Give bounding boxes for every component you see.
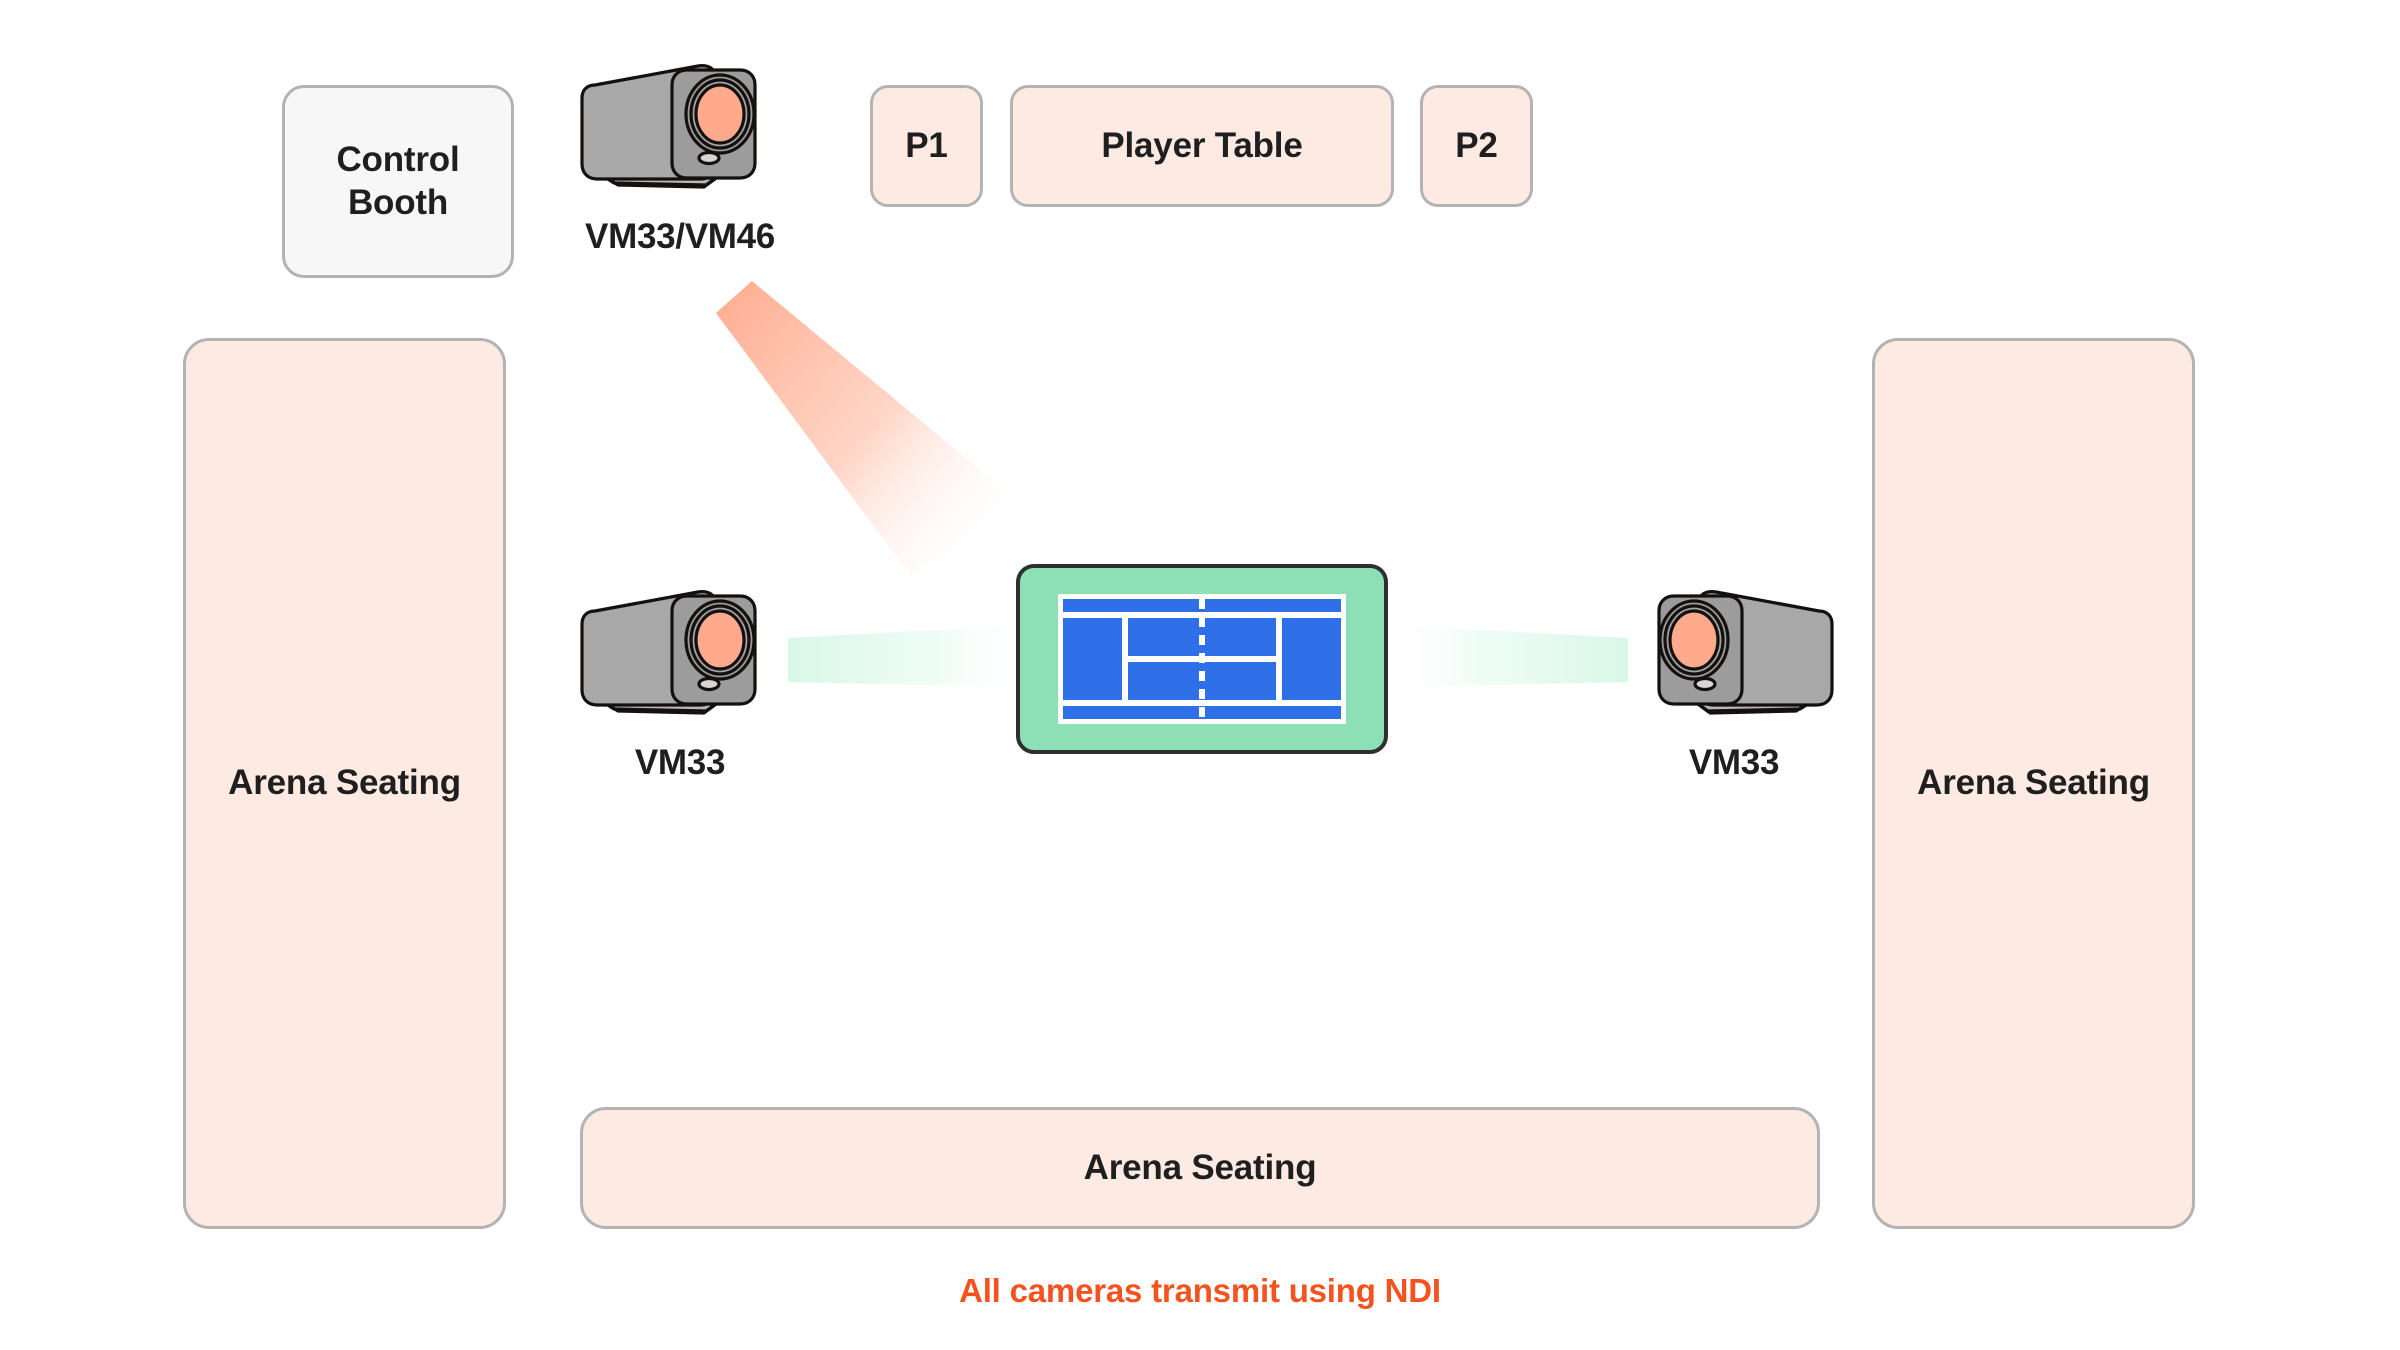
camera-top-label: VM33/VM46 [585,217,775,256]
ndi-footnote: All cameras transmit using NDI [959,1272,1441,1309]
arena-seating-bottom: Arena Seating [580,1107,1820,1229]
arena-seating-left: Arena Seating [183,338,506,1229]
camera-icon [580,590,757,715]
diagram-canvas: Control Booth P1 Player Table P2 Arena S… [0,0,2400,1350]
control-booth-label: Control Booth [336,139,460,222]
arena-seating-right: Arena Seating [1872,338,2195,1229]
camera-top-beam [680,245,1100,575]
camera-left-label: VM33 [634,743,726,782]
control-booth-zone: Control Booth [282,85,514,278]
player-table-label: Player Table [1101,125,1303,165]
camera-left: VM33 [574,578,786,782]
player-table-zone: Player Table [1010,85,1394,207]
tennis-court [1016,564,1388,754]
arena-seating-bottom-label: Arena Seating [1083,1147,1317,1187]
player-p2-zone: P2 [1420,85,1533,207]
arena-seating-right-label: Arena Seating [1917,763,2150,803]
camera-icon [580,64,757,189]
camera-top: VM33/VM46 [574,52,786,256]
tennis-court-icon [1016,564,1388,754]
player-p2-label: P2 [1455,125,1498,165]
camera-icon [1657,590,1834,715]
camera-right: VM33 [1628,578,1840,782]
camera-right-label: VM33 [1688,743,1780,782]
player-p1-zone: P1 [870,85,983,207]
camera-left-beam [788,595,1028,715]
player-p1-label: P1 [905,125,948,165]
camera-right-beam [1388,595,1628,715]
arena-seating-left-label: Arena Seating [228,763,461,803]
